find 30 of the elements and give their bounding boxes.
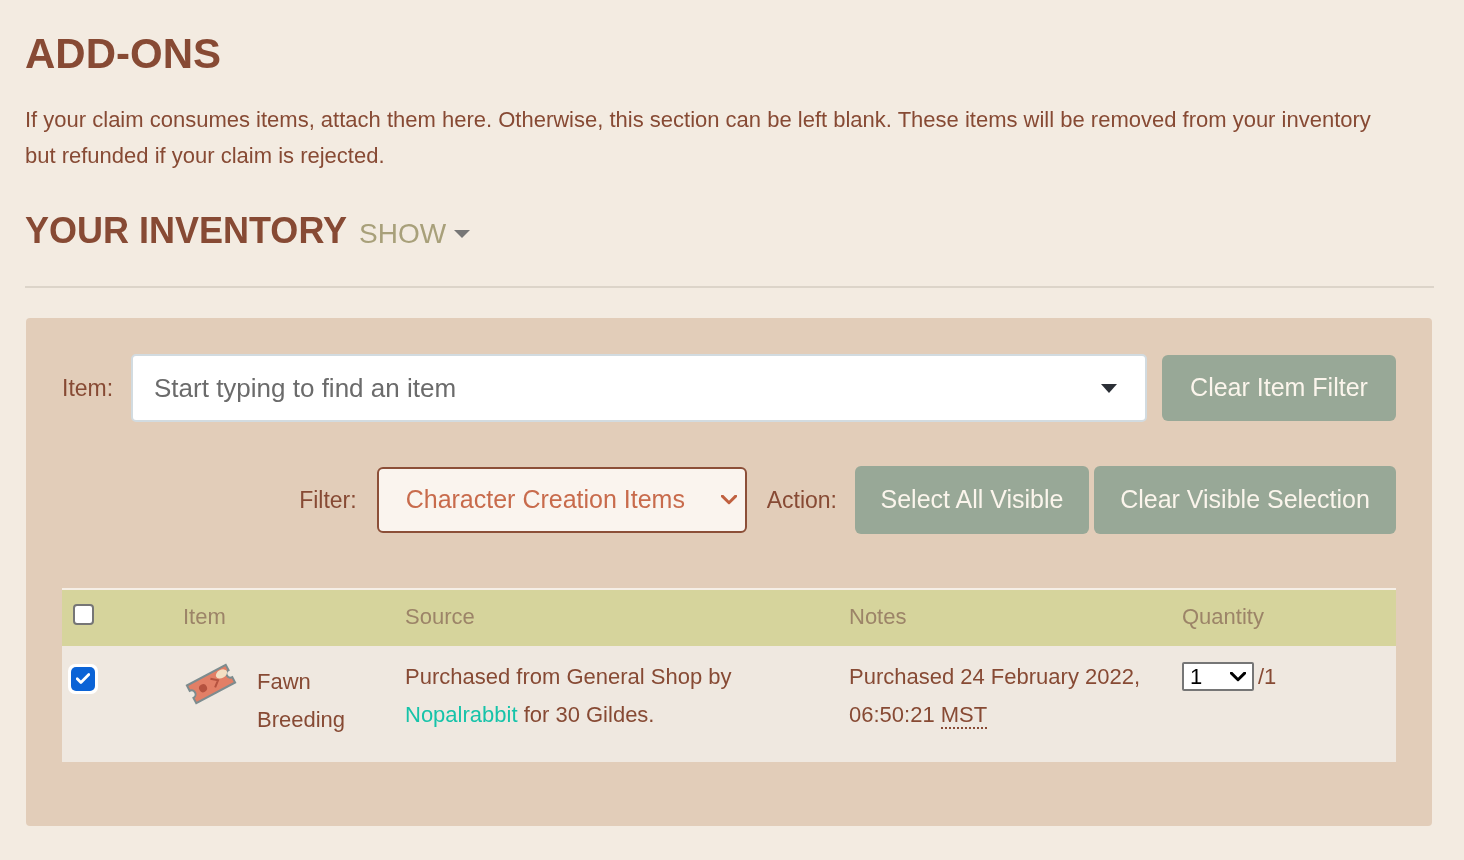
- action-button[interactable]: Clear Visible Selection: [1094, 466, 1396, 534]
- select-all-checkbox[interactable]: [73, 603, 94, 625]
- source-text: Purchased from General Shop by Nopalrabbit for 30 Gildes.: [405, 663, 733, 729]
- caret-down-icon: [1101, 384, 1117, 393]
- column-header: Notes: [849, 602, 907, 631]
- item-name: Fawn Breeding: [257, 668, 347, 734]
- caret-down-icon: [454, 230, 471, 238]
- item-label: Item:: [62, 373, 115, 403]
- action-button[interactable]: Select All Visible: [855, 466, 1089, 534]
- ticket-icon: [185, 662, 237, 706]
- page-title: ADD-ONS: [25, 29, 221, 79]
- action-label: Action:: [766, 485, 837, 515]
- show-toggle[interactable]: SHOW: [359, 213, 471, 255]
- chevron-down-icon: [1230, 671, 1246, 682]
- notes-text: Purchased 24 February 2022, 06:50:21 MST: [849, 663, 1142, 731]
- filter-select[interactable]: Character Creation Items: [376, 467, 747, 533]
- filter-label: Filter:: [299, 485, 357, 515]
- user-link[interactable]: Nopalrabbit: [405, 702, 518, 727]
- column-header: Quantity: [1182, 602, 1264, 631]
- clear-item-filter-button[interactable]: Clear Item Filter: [1162, 355, 1396, 421]
- quantity-select[interactable]: 1: [1182, 662, 1254, 691]
- item-search-field[interactable]: Start typing to find an item: [131, 354, 1147, 422]
- column-header: Item: [183, 602, 226, 631]
- section-title: YOUR INVENTORY: [25, 209, 348, 253]
- check-icon: [76, 673, 90, 684]
- available-quantity: /1: [1258, 663, 1277, 691]
- chevron-down-icon: [720, 495, 737, 505]
- column-header: Source: [405, 602, 475, 631]
- row-checkbox[interactable]: [68, 663, 98, 694]
- description-text: If your claim consumes items, attach them here. Otherwise, this section can be left blank. These items will be removed from your inventory but refunded if your claim is rejected.: [25, 106, 1372, 170]
